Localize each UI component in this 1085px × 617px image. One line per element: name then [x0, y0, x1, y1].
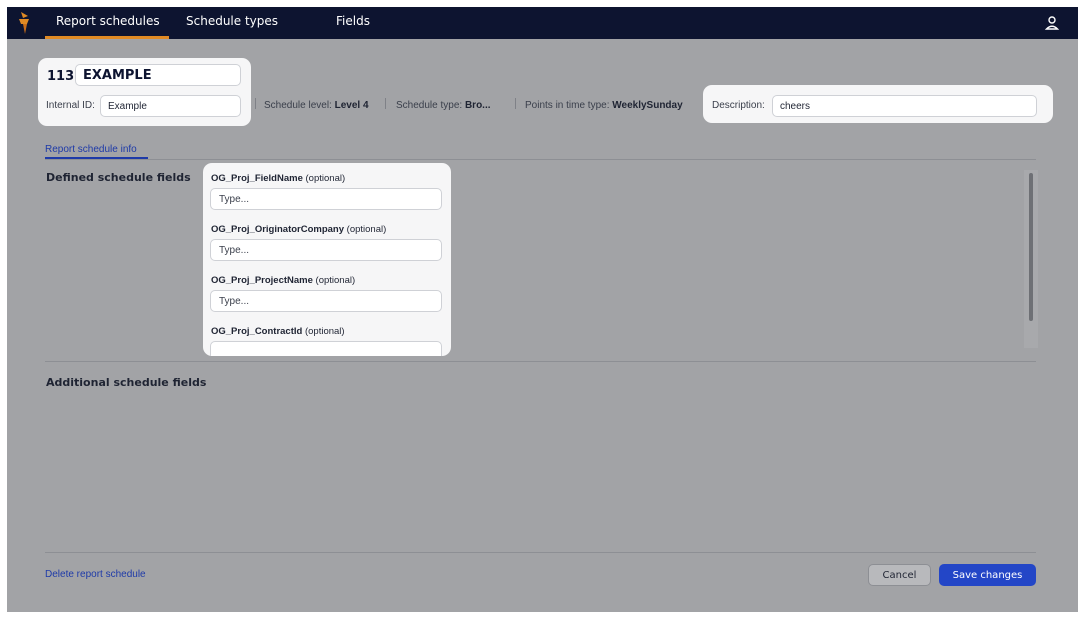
- divider: [255, 98, 256, 109]
- pit-type-label: Points in time type:: [525, 100, 610, 111]
- pit-type-value: WeeklySunday: [612, 100, 683, 111]
- tab-schedule-types[interactable]: Schedule types: [186, 7, 278, 39]
- description-input[interactable]: cheers: [772, 95, 1037, 117]
- app-logo-icon[interactable]: [17, 12, 31, 34]
- schedule-type: Schedule type: Bro...: [396, 100, 491, 111]
- field-name: OG_Proj_OriginatorCompany: [211, 224, 345, 235]
- schedule-type-label: Schedule type:: [396, 100, 463, 111]
- divider: [515, 98, 516, 109]
- save-changes-button[interactable]: Save changes: [939, 564, 1036, 586]
- schedule-name-input[interactable]: EXAMPLE: [75, 64, 241, 86]
- cancel-button[interactable]: Cancel: [868, 564, 931, 586]
- field-name: OG_Proj_ProjectName: [211, 275, 313, 286]
- defined-fields-panel: OG_Proj_FieldName (optional) Type... OG_…: [203, 163, 451, 356]
- schedule-type-value: Bro...: [464, 100, 491, 111]
- divider: [385, 98, 386, 109]
- field-label-contractid: OG_Proj_ContractId (optional): [211, 326, 345, 337]
- schedule-level: Schedule level: Level 4: [264, 100, 369, 111]
- description-label: Description:: [712, 100, 765, 111]
- main-content: 1132 EXAMPLE Internal ID: Example Schedu…: [7, 39, 1078, 612]
- field-label-originatorcompany: OG_Proj_OriginatorCompany (optional): [211, 224, 386, 235]
- field-input-originatorcompany[interactable]: Type...: [210, 239, 442, 261]
- schedule-level-value: Level 4: [334, 100, 369, 111]
- field-input-fieldname[interactable]: Type...: [210, 188, 442, 210]
- schedule-level-label: Schedule level:: [264, 100, 332, 111]
- field-optional: (optional): [346, 224, 387, 235]
- field-name: OG_Proj_FieldName: [211, 173, 303, 184]
- tab-fields[interactable]: Fields: [336, 7, 370, 39]
- internal-id-label: Internal ID:: [46, 100, 95, 111]
- field-label-projectname: OG_Proj_ProjectName (optional): [211, 275, 355, 286]
- field-optional: (optional): [305, 173, 346, 184]
- scrollbar-thumb[interactable]: [1029, 173, 1033, 321]
- field-input-contractid[interactable]: [210, 341, 442, 356]
- tab-report-schedules[interactable]: Report schedules: [45, 7, 169, 39]
- field-input-projectname[interactable]: Type...: [210, 290, 442, 312]
- field-optional: (optional): [315, 275, 356, 286]
- internal-id-input[interactable]: Example: [100, 95, 241, 117]
- footer-divider: [45, 552, 1036, 553]
- field-optional: (optional): [304, 326, 345, 337]
- defined-fields-title: Defined schedule fields: [46, 171, 191, 184]
- points-in-time-type: Points in time type: WeeklySunday: [525, 100, 683, 111]
- section-divider: [45, 361, 1036, 362]
- top-nav-bar: Report schedules Schedule types Fields: [7, 7, 1078, 39]
- user-icon[interactable]: [1044, 15, 1060, 31]
- delete-report-schedule-link[interactable]: Delete report schedule: [45, 569, 146, 580]
- tab-report-schedule-info[interactable]: Report schedule info: [45, 144, 137, 155]
- additional-fields-title: Additional schedule fields: [46, 376, 207, 389]
- field-label-fieldname: OG_Proj_FieldName (optional): [211, 173, 345, 184]
- tab-divider: [45, 159, 1036, 160]
- field-name: OG_Proj_ContractId: [211, 326, 303, 337]
